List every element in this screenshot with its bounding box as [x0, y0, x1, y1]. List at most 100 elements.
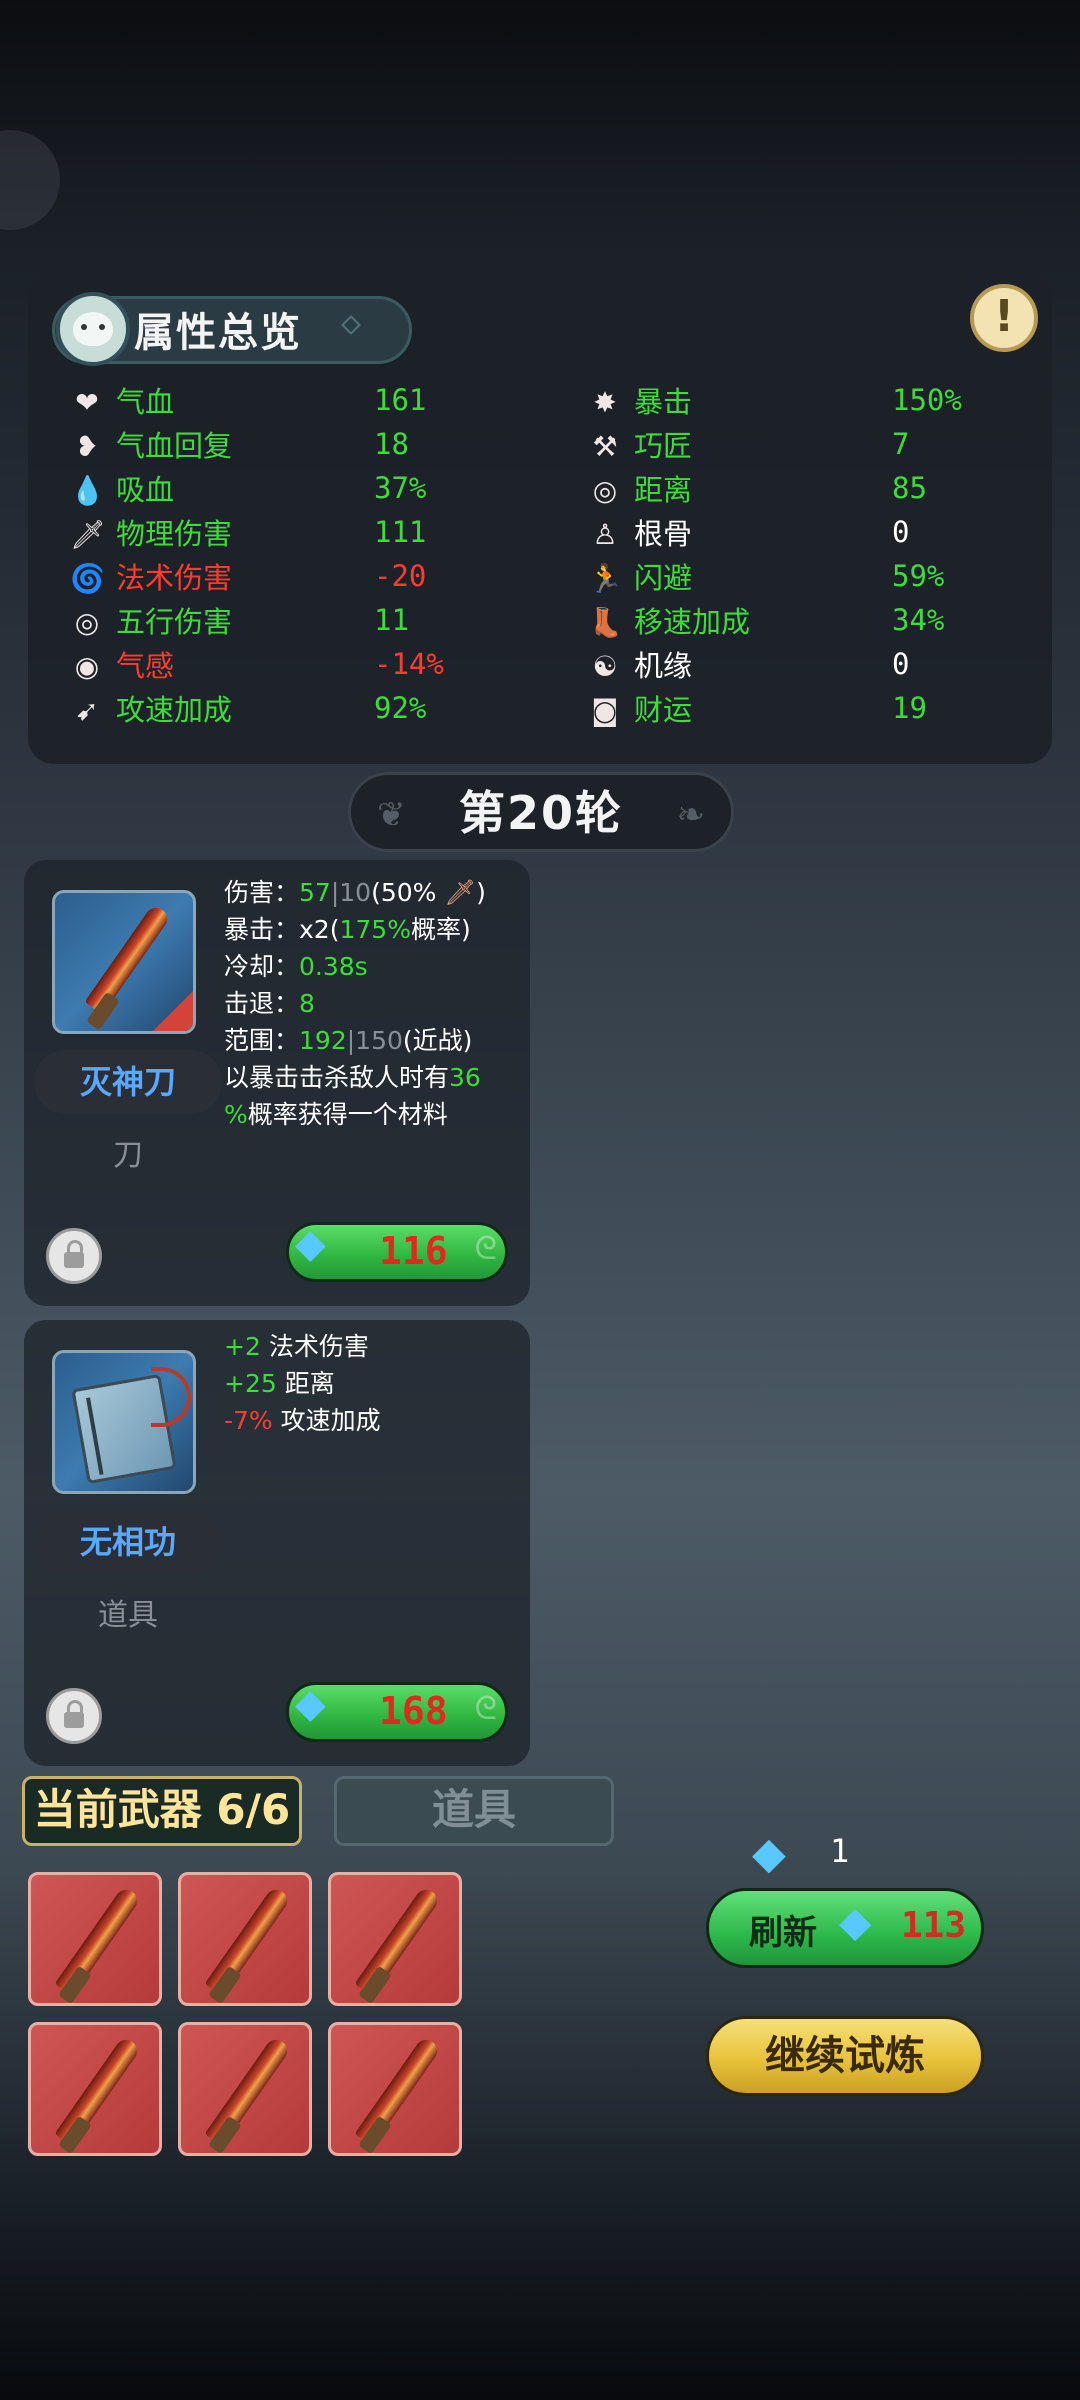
refresh-cost: 113	[901, 1905, 967, 1946]
sword-icon: 🗡	[436, 878, 477, 907]
character-avatar-icon	[56, 292, 130, 366]
lock-icon	[64, 1240, 84, 1268]
shop-item-card[interactable]: 灭神刀 刀 伤害：57|10(50% 🗡) 暴击：x2(175%概率) 冷却：0…	[24, 860, 530, 1306]
heart-regen-icon: ❥	[75, 430, 99, 463]
gem-icon: ◆	[295, 1221, 326, 1267]
stat-row: 🌀 法术伤害 -20	[70, 558, 560, 598]
weapon-slot[interactable]	[28, 2022, 162, 2156]
weapon-saber-icon	[52, 890, 196, 1034]
stat-value: 34%	[892, 603, 945, 637]
tab-items[interactable]: 道具	[334, 1776, 614, 1846]
stat-value: 37%	[374, 471, 427, 505]
gem-icon: ◆	[839, 1897, 872, 1946]
stat-label: 巧匠	[634, 429, 693, 463]
shop-item-card[interactable]: 无相功 道具 +2 法术伤害 +25 距离 -7% 攻速加成 ◆ 168 ᘓ	[24, 1320, 530, 1766]
lock-icon	[64, 1700, 84, 1728]
spiral-icon: 🌀	[70, 562, 105, 595]
info-button[interactable]: !	[970, 284, 1038, 352]
dodge-icon: 🏃	[588, 562, 623, 595]
stat-value: -20	[374, 559, 427, 593]
book-item-icon	[52, 1350, 196, 1494]
gem-icon: ◆	[295, 1681, 326, 1727]
refresh-label: 刷新	[749, 1913, 817, 1953]
tab-current-weapons[interactable]: 当前武器 6/6	[22, 1776, 302, 1846]
item-name: 无相功	[34, 1510, 222, 1574]
item-effect-line-2: %概率获得一个材料	[224, 1100, 448, 1129]
stat-label: 吸血	[116, 473, 175, 507]
item-crit-line: 暴击：x2(175%概率)	[224, 915, 471, 944]
stat-row: ◉ 气感 -14%	[70, 646, 560, 686]
stat-label: 机缘	[634, 649, 693, 683]
stat-label: 距离	[634, 473, 693, 507]
stat-row: ⚒ 巧匠 7	[588, 426, 1078, 466]
stat-value: 85	[892, 471, 927, 505]
weapon-slot[interactable]	[328, 2022, 462, 2156]
attribute-panel: 属性总览 ! ❤ 气血 161 ❥ 气血回复 18 💧 吸血 37% 🗡 物理伤害 111 🌀 法术伤害 -…	[28, 272, 1052, 764]
stat-row: 💧 吸血 37%	[70, 470, 560, 510]
stat-row: ➹ 攻速加成 92%	[70, 690, 560, 730]
stat-value: 161	[374, 383, 427, 417]
stat-value: 7	[892, 427, 910, 461]
item-stat-line: +25 距离	[224, 1369, 335, 1398]
item-stat-line: +2 法术伤害	[224, 1332, 369, 1361]
stat-value: 18	[374, 427, 409, 461]
stat-row: ◎ 五行伤害 11	[70, 602, 560, 642]
stat-label: 五行伤害	[116, 605, 233, 639]
stat-row: 👢 移速加成 34%	[588, 602, 1078, 642]
attack-speed-icon: ➹	[75, 694, 99, 727]
fate-icon: ☯	[592, 650, 618, 683]
item-damage-line: 伤害：57|10(50% 🗡)	[224, 878, 486, 907]
stat-value: 11	[374, 603, 409, 637]
item-stat-line: -7% 攻速加成	[224, 1406, 381, 1435]
item-type: 道具	[98, 1598, 158, 1633]
lock-button[interactable]	[46, 1688, 102, 1744]
weapon-slot[interactable]	[178, 1872, 312, 2006]
refresh-button[interactable]: 刷新 ◆ 113	[706, 1888, 984, 1968]
stat-value: -14%	[374, 647, 444, 681]
swirl-icon: ᘓ	[474, 1229, 497, 1267]
stat-label: 物理伤害	[116, 517, 233, 551]
stat-value: 59%	[892, 559, 945, 593]
stat-row: ❤ 气血 161	[70, 382, 560, 422]
stat-label: 根骨	[634, 517, 693, 551]
stat-label: 气血回复	[116, 429, 233, 463]
lock-button[interactable]	[46, 1228, 102, 1284]
buy-button[interactable]: ◆ 116 ᘓ	[286, 1221, 508, 1282]
weapon-slot[interactable]	[28, 1872, 162, 2006]
stat-value: 111	[374, 515, 427, 549]
stat-label: 法术伤害	[116, 561, 233, 595]
round-label: 第20轮	[458, 786, 623, 840]
price: 116	[379, 1229, 448, 1273]
weapon-slot[interactable]	[178, 2022, 312, 2156]
stat-value: 0	[892, 647, 910, 681]
wing-right-icon: ❧	[676, 795, 706, 835]
round-banner: ❦ 第20轮 ❧	[348, 772, 734, 852]
item-effect-line-1: 以暴击击杀敌人时有36	[224, 1063, 481, 1092]
item-cooldown-line: 冷却：0.38s	[224, 952, 368, 981]
price: 168	[379, 1689, 448, 1733]
buy-button[interactable]: ◆ 168 ᘓ	[286, 1681, 508, 1742]
continue-trial-button[interactable]: 继续试炼	[706, 2016, 984, 2096]
stat-row: 🏃 闪避 59%	[588, 558, 1078, 598]
coin-icon: ◙	[591, 694, 619, 727]
item-name: 灭神刀	[34, 1050, 222, 1114]
stat-value: 150%	[892, 383, 962, 417]
hammer-icon: ⚒	[592, 430, 618, 463]
boot-icon: 👢	[588, 606, 623, 639]
range-icon: ◎	[592, 474, 618, 507]
item-knockback-line: 击退：8	[224, 989, 315, 1018]
weapon-slot[interactable]	[328, 1872, 462, 2006]
crit-icon: ✸	[593, 386, 617, 419]
heart-icon: ❤	[75, 386, 99, 419]
stat-value: 19	[892, 691, 927, 725]
physique-icon: ♙	[592, 518, 618, 551]
elements-icon: ◎	[74, 606, 100, 639]
item-range-line: 范围：192|150(近战)	[224, 1026, 473, 1055]
stat-row: ◙ 财运 19	[588, 690, 1078, 730]
stat-row: ☯ 机缘 0	[588, 646, 1078, 686]
corner-decoration	[0, 130, 60, 230]
attribute-title: 属性总览	[134, 310, 302, 356]
stat-label: 攻速加成	[116, 693, 233, 727]
stat-row: ♙ 根骨 0	[588, 514, 1078, 554]
stat-value: 0	[892, 515, 910, 549]
